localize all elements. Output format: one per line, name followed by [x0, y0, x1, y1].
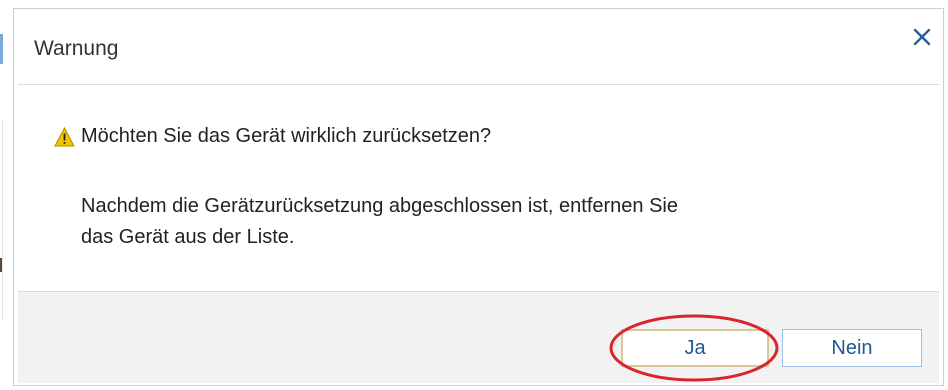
yes-button[interactable]: Ja [621, 329, 769, 367]
detail-line-2: das Gerät aus der Liste. [81, 226, 295, 248]
dialog-content: Möchten Sie das Gerät wirklich zurückset… [18, 84, 939, 291]
warning-row: Möchten Sie das Gerät wirklich zurückset… [54, 125, 491, 148]
background-window-mark [0, 258, 2, 272]
close-button[interactable] [910, 25, 934, 49]
confirmation-question: Möchten Sie das Gerät wirklich zurückset… [81, 125, 492, 147]
dialog-footer: Ja Nein [18, 291, 939, 383]
detail-line-1: Nachdem die Gerätzurücksetzung abgeschlo… [81, 195, 679, 217]
warning-dialog: Warnung Möchten Sie das Gerät wirklich z… [13, 8, 944, 386]
dialog-titlebar: Warnung [14, 9, 943, 84]
page: Warnung Möchten Sie das Gerät wirklich z… [0, 0, 948, 390]
background-window-line [2, 120, 3, 320]
close-icon [913, 28, 931, 46]
no-button[interactable]: Nein [782, 329, 922, 367]
dialog-title: Warnung [34, 37, 119, 60]
background-window-accent [0, 34, 3, 64]
confirmation-detail: Nachdem die Gerätzurücksetzung abgeschlo… [81, 191, 861, 253]
warning-icon [54, 126, 75, 147]
